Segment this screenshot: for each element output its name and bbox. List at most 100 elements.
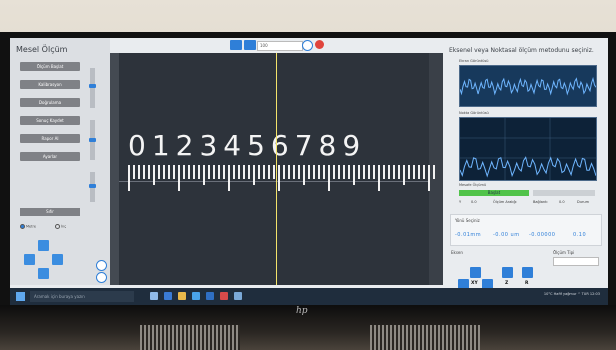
- task-view-icon[interactable]: [150, 292, 158, 300]
- xy-label: XY: [471, 281, 478, 286]
- intensity-chart-1: [459, 65, 597, 107]
- ruler-tick: [323, 165, 325, 179]
- store-icon[interactable]: [192, 292, 200, 300]
- ruler-tick: [348, 165, 350, 179]
- button-zero[interactable]: Sıfır: [20, 208, 80, 216]
- ruler-tick: [413, 165, 415, 179]
- jog-arrows: [24, 240, 64, 280]
- camera-left-ruler: [110, 53, 119, 285]
- scale-slider-1[interactable]: [89, 84, 96, 88]
- ruler-tick: [398, 165, 400, 179]
- ruler-tick: [268, 165, 270, 179]
- measure-panel: Yönü Seçiniz -0.01mm -0.00 um -0.00000 0…: [450, 214, 602, 246]
- image-icon[interactable]: [244, 40, 256, 50]
- ruler-tick: [248, 165, 250, 179]
- start-indicator[interactable]: Başlat: [459, 190, 529, 196]
- arrow-right-button[interactable]: [52, 254, 63, 265]
- arrow-up-button[interactable]: [38, 240, 49, 251]
- ruler-ticks: [128, 165, 438, 195]
- refresh-icon[interactable]: [96, 272, 107, 283]
- app-icon-3[interactable]: [234, 292, 242, 300]
- ruler-tick: [238, 165, 240, 179]
- r-label: R: [525, 281, 529, 286]
- radio-inch[interactable]: İnç: [55, 224, 66, 229]
- chart1-caption: Ekran Görüntüsü: [459, 59, 489, 63]
- app-title: Mesel Ölçüm: [16, 45, 68, 54]
- arrow-down-button[interactable]: [38, 268, 49, 279]
- stats-row: Y 0.0 Ölçüm Aralığı Bağlantı 0.0 Durum: [459, 200, 589, 204]
- desk-vent-right: [370, 325, 480, 350]
- readout-2: -0.00 um: [493, 232, 520, 238]
- scale-slider-2[interactable]: [89, 138, 96, 142]
- measure-caption: Mesafe Ölçümü: [459, 183, 487, 187]
- edge-icon[interactable]: [164, 292, 172, 300]
- button-settings[interactable]: Ayarlar: [20, 152, 80, 161]
- app-icon-1[interactable]: [206, 292, 214, 300]
- explorer-icon[interactable]: [178, 292, 186, 300]
- zoom-search-icon[interactable]: [96, 260, 107, 271]
- ruler-tick: [338, 165, 340, 179]
- button-save-result[interactable]: Sonuç Kaydet: [20, 116, 80, 125]
- app-icon-2[interactable]: [220, 292, 228, 300]
- type-label: Ölçüm Tipi: [553, 250, 575, 255]
- ruler-tick: [373, 165, 375, 179]
- ruler-tick: [158, 165, 160, 179]
- ruler-tick: [283, 165, 285, 179]
- radio-metre[interactable]: Metre: [20, 224, 36, 229]
- z-up-button[interactable]: [502, 267, 513, 278]
- zoom-field[interactable]: 100: [257, 41, 303, 51]
- ruler-tick: [133, 165, 135, 179]
- type-select[interactable]: [553, 257, 599, 266]
- ruler-tick: [408, 165, 410, 179]
- ruler-tick: [263, 165, 265, 179]
- ruler-tick: [358, 165, 360, 179]
- r-up-button[interactable]: [522, 267, 533, 278]
- windows-start-icon[interactable]: [16, 292, 25, 301]
- scale-digits: 0123456789: [128, 129, 367, 162]
- target-icon[interactable]: [302, 40, 313, 51]
- left-panel: Mesel Ölçüm Ölçüm Başlat Kalibrasyon Doğ…: [10, 38, 111, 285]
- arrow-left-button[interactable]: [24, 254, 35, 265]
- camera-view[interactable]: 0123456789: [110, 53, 443, 285]
- readout-3: -0.00000: [529, 232, 556, 238]
- xy-up-button[interactable]: [470, 267, 481, 278]
- ruler-tick: [293, 165, 295, 179]
- ruler-tick: [378, 165, 380, 191]
- ruler-tick: [178, 165, 180, 191]
- ruler-tick: [138, 165, 140, 179]
- button-measure-start[interactable]: Ölçüm Başlat: [20, 62, 80, 71]
- hp-logo: hp: [296, 306, 308, 316]
- taskbar-search[interactable]: Aramak için buraya yazın: [30, 291, 134, 302]
- ruler-tick: [128, 165, 130, 191]
- stop-icon[interactable]: [315, 40, 324, 49]
- monitor-screen: Mesel Ölçüm Ölçüm Başlat Kalibrasyon Doğ…: [10, 38, 608, 305]
- ruler-tick: [213, 165, 215, 179]
- ruler-tick: [228, 165, 230, 191]
- ruler-tick: [313, 165, 315, 179]
- readout-4: 0.10: [573, 232, 587, 238]
- ruler-tick: [193, 165, 195, 179]
- ruler-tick: [218, 165, 220, 179]
- intensity-chart-2: [459, 117, 597, 181]
- ruler-tick: [183, 165, 185, 179]
- list-icon[interactable]: [230, 40, 242, 50]
- scale-slider-3[interactable]: [89, 184, 96, 188]
- button-verification[interactable]: Doğrulama: [20, 98, 80, 107]
- ruler-tick: [273, 165, 275, 179]
- ruler-tick: [188, 165, 190, 179]
- vertical-scale-1[interactable]: [90, 68, 95, 108]
- button-calibration[interactable]: Kalibrasyon: [20, 80, 80, 89]
- ruler-tick: [303, 165, 305, 185]
- right-panel: Eksenel veya Noktasal ölçüm metodunu seç…: [443, 38, 608, 302]
- ruler-tick: [368, 165, 370, 179]
- ruler-tick: [418, 165, 420, 179]
- ruler-tick: [278, 165, 280, 191]
- system-tray: 10°C Hafif yağmur ^ TUR 12:03: [543, 292, 600, 296]
- readout-1: -0.01mm: [455, 232, 482, 238]
- ruler-tick: [333, 165, 335, 179]
- ruler-tick: [243, 165, 245, 179]
- axis-label: Eksen: [451, 250, 463, 255]
- ruler-tick: [173, 165, 175, 179]
- button-report[interactable]: Rapor Al: [20, 134, 80, 143]
- ruler-tick: [163, 165, 165, 179]
